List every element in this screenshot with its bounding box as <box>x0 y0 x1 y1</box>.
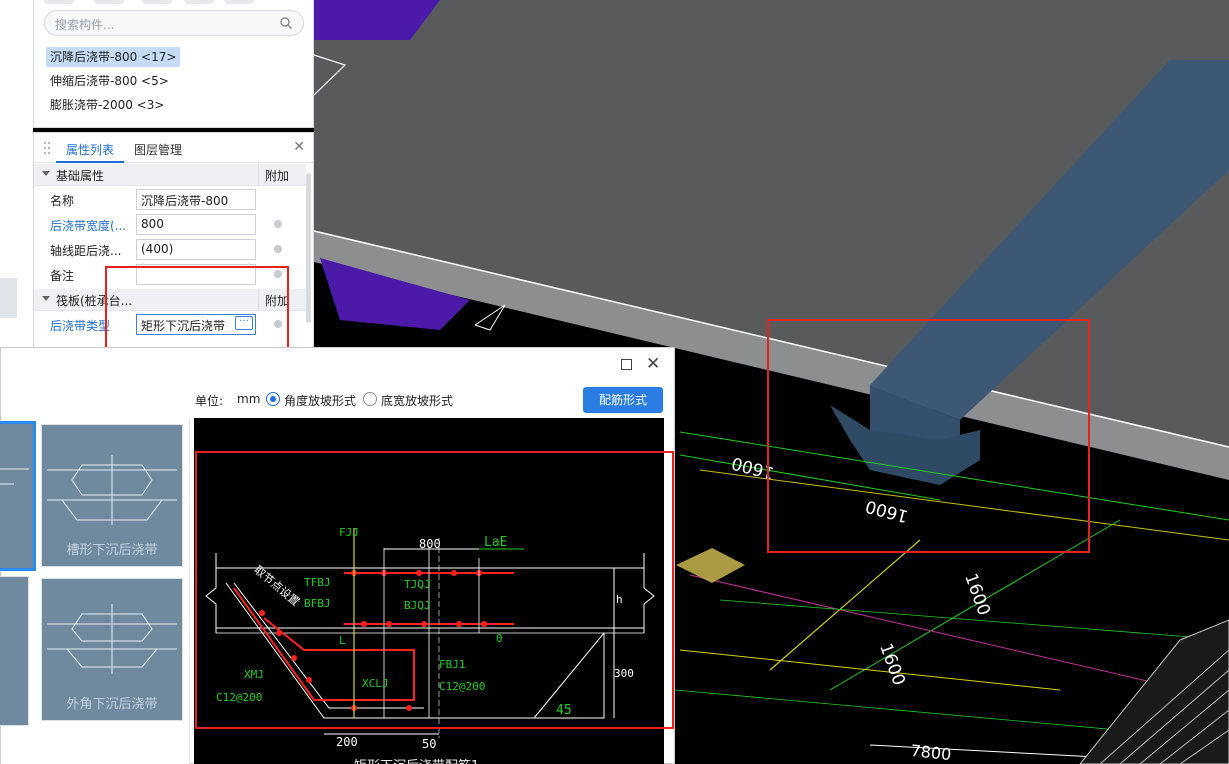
app-root: 1600 1600 1600 1600 7800 搜索构件... 沉降后浇带-8… <box>0 0 1229 764</box>
prop-value-input[interactable]: (400) <box>136 239 256 260</box>
left-nav-selection <box>0 278 17 318</box>
drawing-label: 200 <box>336 735 358 749</box>
group-basic-properties[interactable]: 基础属性 附加 <box>34 164 306 186</box>
prop-value-input[interactable]: 沉降后浇带-800 <box>136 189 256 210</box>
unit-value: mm <box>237 392 261 406</box>
extra-checkbox[interactable] <box>274 245 282 253</box>
highlight-box-drawing <box>195 451 674 729</box>
thumbnail-outer-corner-sink[interactable]: 外角下沉后浇带 <box>41 578 183 721</box>
toolbar-stub[interactable] <box>44 0 74 4</box>
thumbnail-groove-sink[interactable]: 槽形下沉后浇带 <box>41 424 183 567</box>
extra-checkbox[interactable] <box>274 220 282 228</box>
radio-label[interactable]: 角度放坡形式 <box>284 392 356 409</box>
left-nav-strip <box>0 0 33 350</box>
group-extra-header: 附加 <box>265 169 290 183</box>
component-item[interactable]: 膨胀浇带-2000 <3> <box>46 95 168 115</box>
search-icon <box>280 17 292 29</box>
radio-angle-slope[interactable] <box>266 392 280 406</box>
prop-row-axis-distance: 轴线距后浇... (400) <box>34 237 306 262</box>
unit-label: 单位: <box>195 394 224 408</box>
radio-label[interactable]: 底宽放坡形式 <box>381 392 453 409</box>
group-label: 基础属性 <box>56 169 105 183</box>
maximize-icon[interactable] <box>621 359 632 370</box>
close-icon[interactable]: ✕ <box>293 139 305 155</box>
prop-row-width: 后浇带宽度(... 800 <box>34 212 306 237</box>
toolbar-stub[interactable] <box>224 0 254 4</box>
prop-name: 轴线距后浇... <box>50 244 122 258</box>
radio-bottom-width-slope[interactable] <box>363 392 377 406</box>
prop-value-input[interactable]: 800 <box>136 214 256 235</box>
collapse-icon[interactable] <box>42 296 50 301</box>
drag-handle-icon[interactable] <box>43 141 51 155</box>
collapse-icon[interactable] <box>42 171 50 176</box>
prop-name: 备注 <box>50 269 75 283</box>
drawing-title: 矩形下沉后浇带配筋1 <box>354 755 479 764</box>
toolbar-stub[interactable] <box>94 0 124 4</box>
search-placeholder: 搜索构件... <box>55 18 115 32</box>
prop-name: 名称 <box>50 194 75 208</box>
property-tabs: 属性列表 图层管理 ✕ <box>34 133 313 163</box>
thumbnail-label: 外角下沉后浇带 <box>66 697 158 712</box>
component-list-panel: 搜索构件... 沉降后浇带-800 <17> 伸缩后浇带-800 <5> 膨胀浇… <box>33 0 314 128</box>
type-thumbnail-list: 槽形下沉后浇带 外角下沉后浇带 <box>0 418 190 764</box>
prop-row-name: 名称 沉降后浇带-800 <box>34 187 306 212</box>
thumbnail-partial[interactable] <box>0 576 29 726</box>
scrollbar[interactable] <box>306 173 311 323</box>
highlight-box-viewport <box>767 319 1090 553</box>
prop-name: 后浇带类型 <box>50 319 111 333</box>
tab-properties[interactable]: 属性列表 <box>66 141 114 158</box>
thumbnail-label: 槽形下沉后浇带 <box>66 543 158 558</box>
tab-layers[interactable]: 图层管理 <box>134 141 182 158</box>
prop-name: 后浇带宽度(... <box>50 219 127 233</box>
active-tab-indicator <box>56 161 124 163</box>
drawing-label: 50 <box>422 737 436 751</box>
search-input[interactable]: 搜索构件... <box>44 10 304 36</box>
toolbar-stub[interactable] <box>142 0 172 4</box>
close-icon[interactable]: ✕ <box>646 354 660 374</box>
toolbar-stub[interactable] <box>184 0 214 4</box>
rebar-style-button[interactable]: 配筋形式 <box>583 387 663 413</box>
cad-dim-5: 7800 <box>910 741 952 764</box>
thumbnail-rect-selected[interactable] <box>0 421 36 571</box>
component-item[interactable]: 沉降后浇带-800 <17> <box>46 47 181 67</box>
component-item[interactable]: 伸缩后浇带-800 <5> <box>46 71 173 91</box>
